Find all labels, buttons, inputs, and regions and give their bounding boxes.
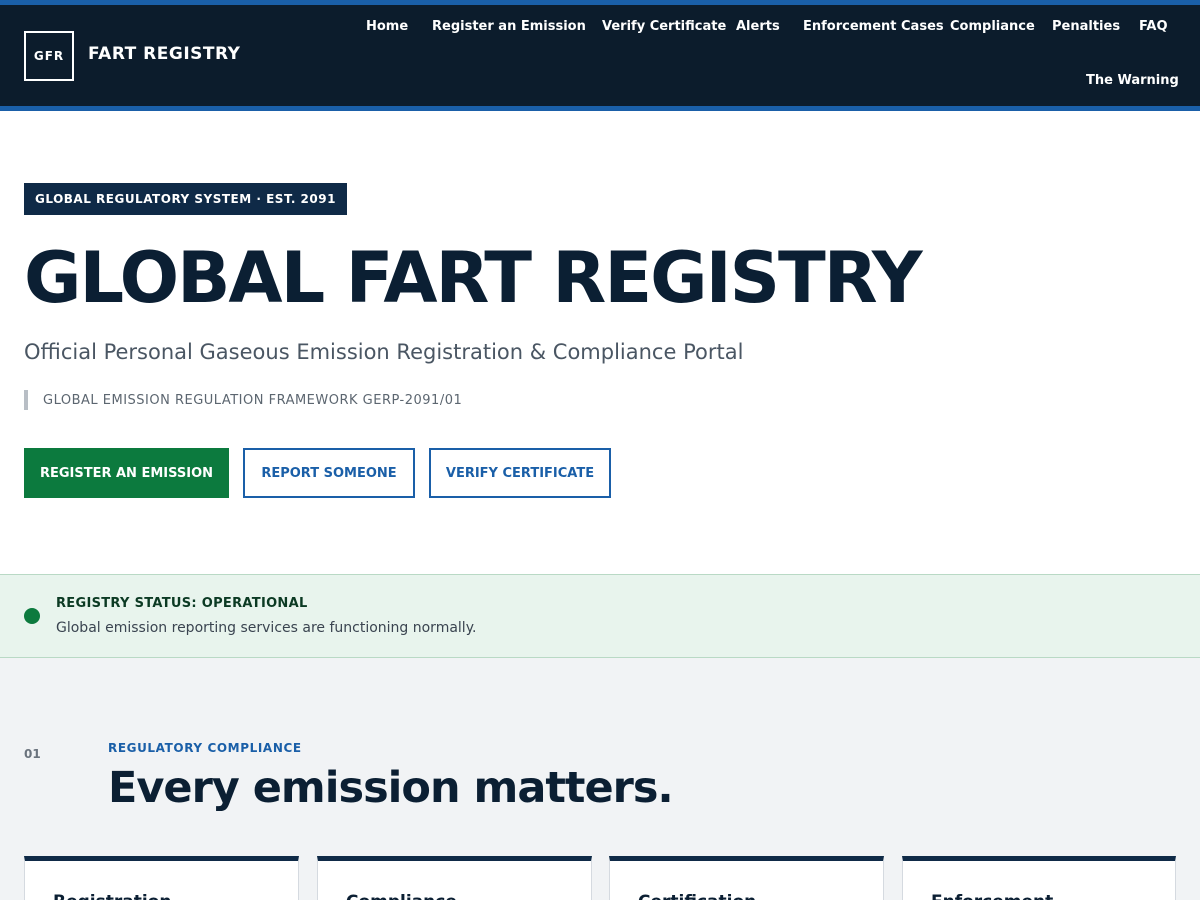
status-indicator-icon xyxy=(24,608,40,624)
card-title: Compliance xyxy=(346,892,457,900)
nav-faq[interactable]: FAQ xyxy=(1139,19,1168,34)
card-title: Certification xyxy=(638,892,756,900)
page-title: GLOBAL FART REGISTRY xyxy=(24,237,923,319)
framework-reference: GLOBAL EMISSION REGULATION FRAMEWORK GER… xyxy=(24,390,462,410)
hero-eyebrow-badge: GLOBAL REGULATORY SYSTEM · EST. 2091 xyxy=(24,183,347,215)
compliance-section: 01 REGULATORY COMPLIANCE Every emission … xyxy=(0,658,1200,900)
registry-status-banner: REGISTRY STATUS: OPERATIONAL Global emis… xyxy=(0,574,1200,658)
logo[interactable]: GFR xyxy=(24,31,74,81)
status-title: REGISTRY STATUS: OPERATIONAL xyxy=(56,596,308,611)
card-title: Registration xyxy=(53,892,171,900)
nav-home[interactable]: Home xyxy=(366,19,408,34)
card-enforcement[interactable]: Enforcement xyxy=(902,856,1176,900)
card-title: Enforcement xyxy=(931,892,1053,900)
report-someone-button[interactable]: REPORT SOMEONE xyxy=(243,448,415,498)
nav-penalties[interactable]: Penalties xyxy=(1052,19,1120,34)
nav-compliance[interactable]: Compliance xyxy=(950,19,1035,34)
page-subtitle: Official Personal Gaseous Emission Regis… xyxy=(24,340,744,364)
card-certification[interactable]: Certification xyxy=(609,856,884,900)
status-message: Global emission reporting services are f… xyxy=(56,620,477,636)
verify-certificate-button[interactable]: VERIFY CERTIFICATE xyxy=(429,448,611,498)
nav-alerts[interactable]: Alerts xyxy=(736,19,780,34)
card-registration[interactable]: Registration xyxy=(24,856,299,900)
nav-the-warning[interactable]: The Warning xyxy=(1086,73,1179,88)
section-title: Every emission matters. xyxy=(108,763,674,813)
nav-enforcement-cases[interactable]: Enforcement Cases xyxy=(803,19,944,34)
card-compliance[interactable]: Compliance xyxy=(317,856,592,900)
nav-verify-certificate[interactable]: Verify Certificate xyxy=(602,19,726,34)
section-eyebrow: REGULATORY COMPLIANCE xyxy=(108,741,302,755)
section-number: 01 xyxy=(24,747,41,761)
nav-register-emission[interactable]: Register an Emission xyxy=(432,19,586,34)
brand-name[interactable]: FART REGISTRY xyxy=(88,44,240,64)
register-emission-button[interactable]: REGISTER AN EMISSION xyxy=(24,448,229,498)
site-header: GFR FART REGISTRY Home Register an Emiss… xyxy=(0,0,1200,111)
